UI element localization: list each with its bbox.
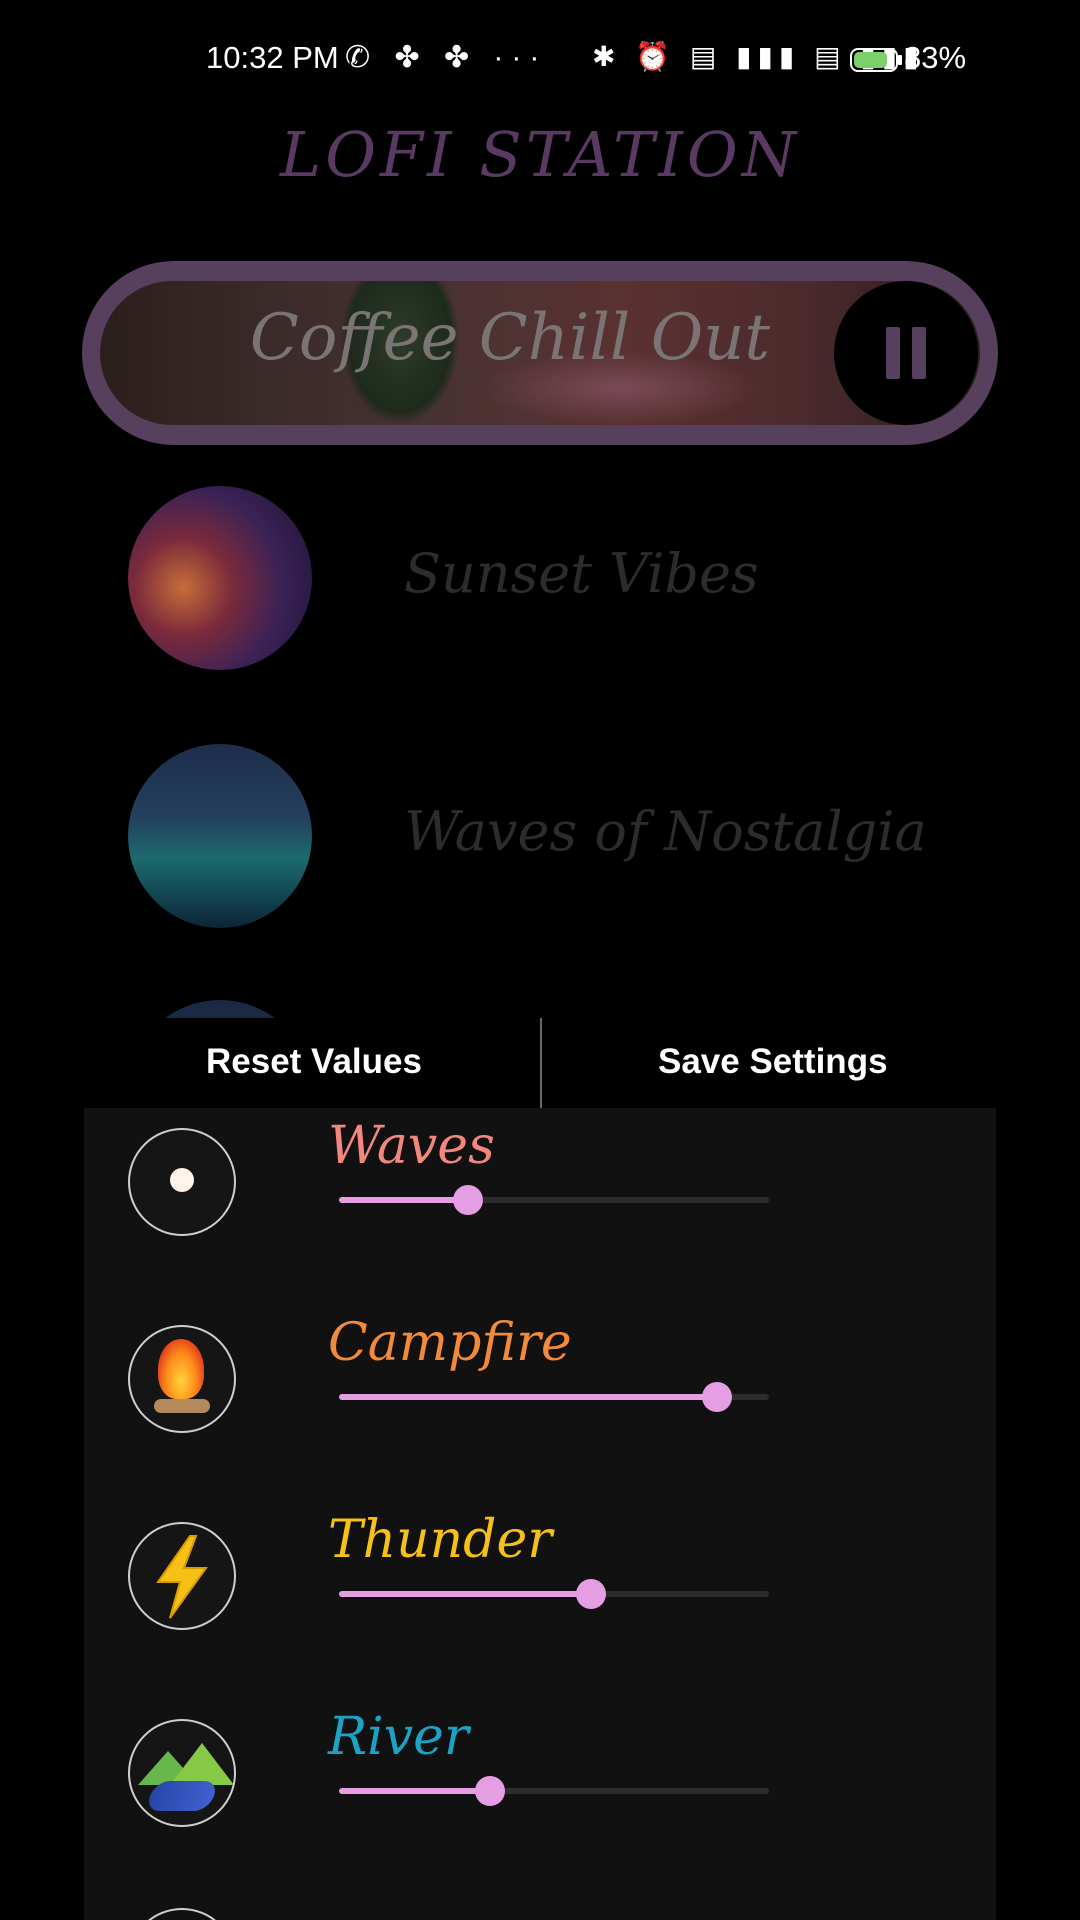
playlist-item[interactable]: Sunset Vibes [0,486,1080,670]
river-volume-slider[interactable] [339,1776,769,1806]
save-settings-button[interactable]: Save Settings [658,1042,888,1082]
sound-row-thunder: Thunder [84,1502,996,1699]
sound-label: River [328,1707,469,1767]
slider-thumb[interactable] [474,1776,505,1806]
battery-level [854,52,888,68]
pause-button[interactable] [834,281,978,425]
app-title: LOFI STATION [280,118,800,191]
playlist-item[interactable]: Waves of Nostalgia [0,744,1080,928]
reset-values-button[interactable]: Reset Values [206,1042,422,1082]
battery-percent: 83% [904,40,967,75]
thunder-volume-slider[interactable] [339,1579,769,1609]
thunder-icon [128,1522,236,1630]
sound-row-campfire: Campfire [84,1305,996,1502]
sound-icon [128,1908,236,1920]
slider-thumb[interactable] [702,1382,733,1412]
battery-icon [850,48,902,72]
status-time: 10:32 PM [206,40,339,75]
track-artwork [128,744,312,928]
notification-icons: ✆ ✤ ✤ ··· [345,41,548,74]
sound-row-river: River [84,1699,996,1896]
campfire-volume-slider[interactable] [339,1382,769,1412]
track-title: Sunset Vibes [404,542,759,605]
playlist-item[interactable] [0,1000,1080,1018]
pause-icon [886,327,900,379]
slider-thumb[interactable] [453,1185,483,1215]
waves-volume-slider[interactable] [339,1185,769,1215]
track-artwork [128,486,312,670]
campfire-icon [128,1325,236,1433]
river-icon [128,1719,236,1827]
sound-label: Waves [328,1116,495,1176]
status-bar: 10:32 PM ✆ ✤ ✤ ··· ✱ ⏰ ▤ ▮▮▮ ▤ ▮▮▮ 83% [0,0,1080,120]
now-playing-title: Coffee Chill Out [249,301,771,375]
sound-label: Campfire [328,1313,572,1373]
slider-thumb[interactable] [575,1579,606,1609]
sound-mixer-panel: Waves Campfire Thunder River [84,1108,996,1920]
settings-action-bar: Reset Values Save Settings [0,1018,1080,1108]
track-title: Waves of Nostalgia [404,800,927,863]
waves-icon [128,1128,236,1236]
sound-label: Thunder [328,1510,553,1570]
divider [540,1018,542,1108]
track-artwork [128,1000,312,1018]
sound-row-waves: Waves [84,1108,996,1305]
